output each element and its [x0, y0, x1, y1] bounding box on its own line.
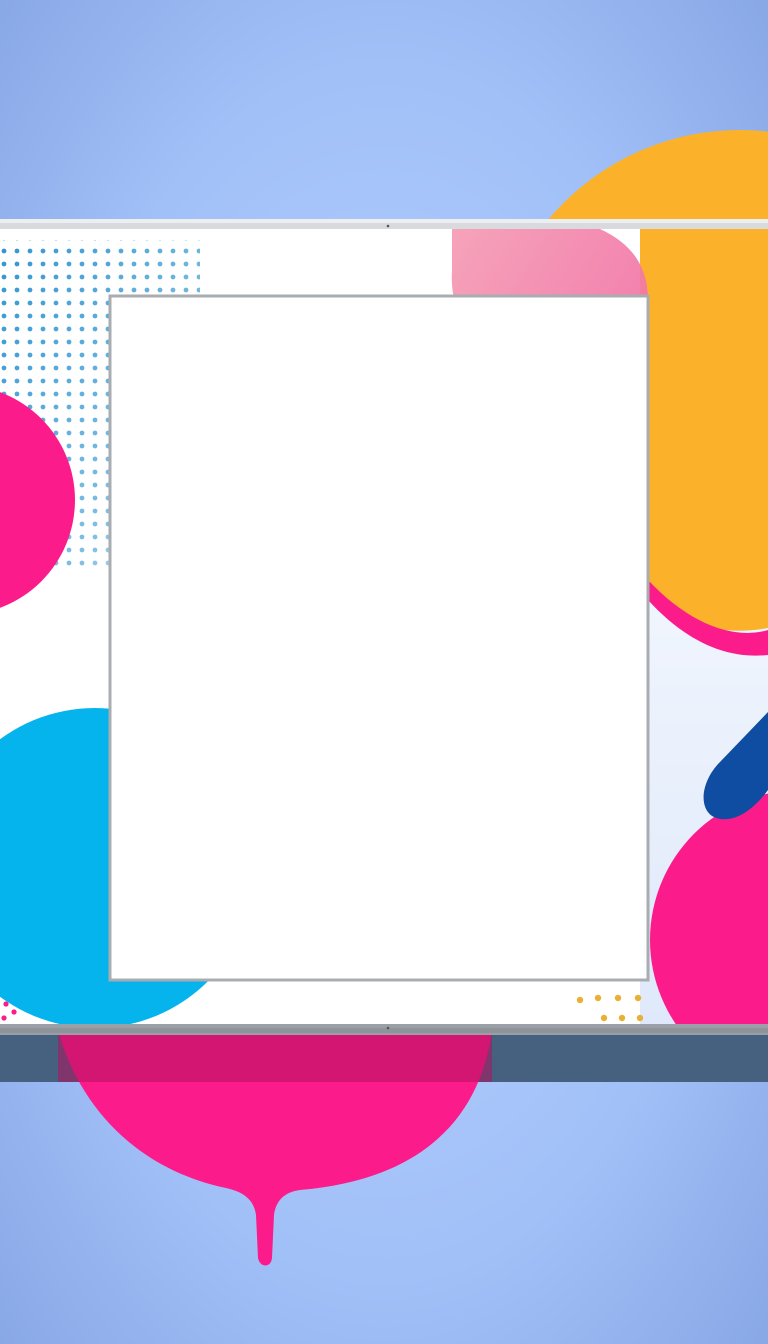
- artwork: [0, 0, 768, 1344]
- abstract-frame-scene: [0, 0, 768, 1344]
- inner-card: [108, 294, 650, 982]
